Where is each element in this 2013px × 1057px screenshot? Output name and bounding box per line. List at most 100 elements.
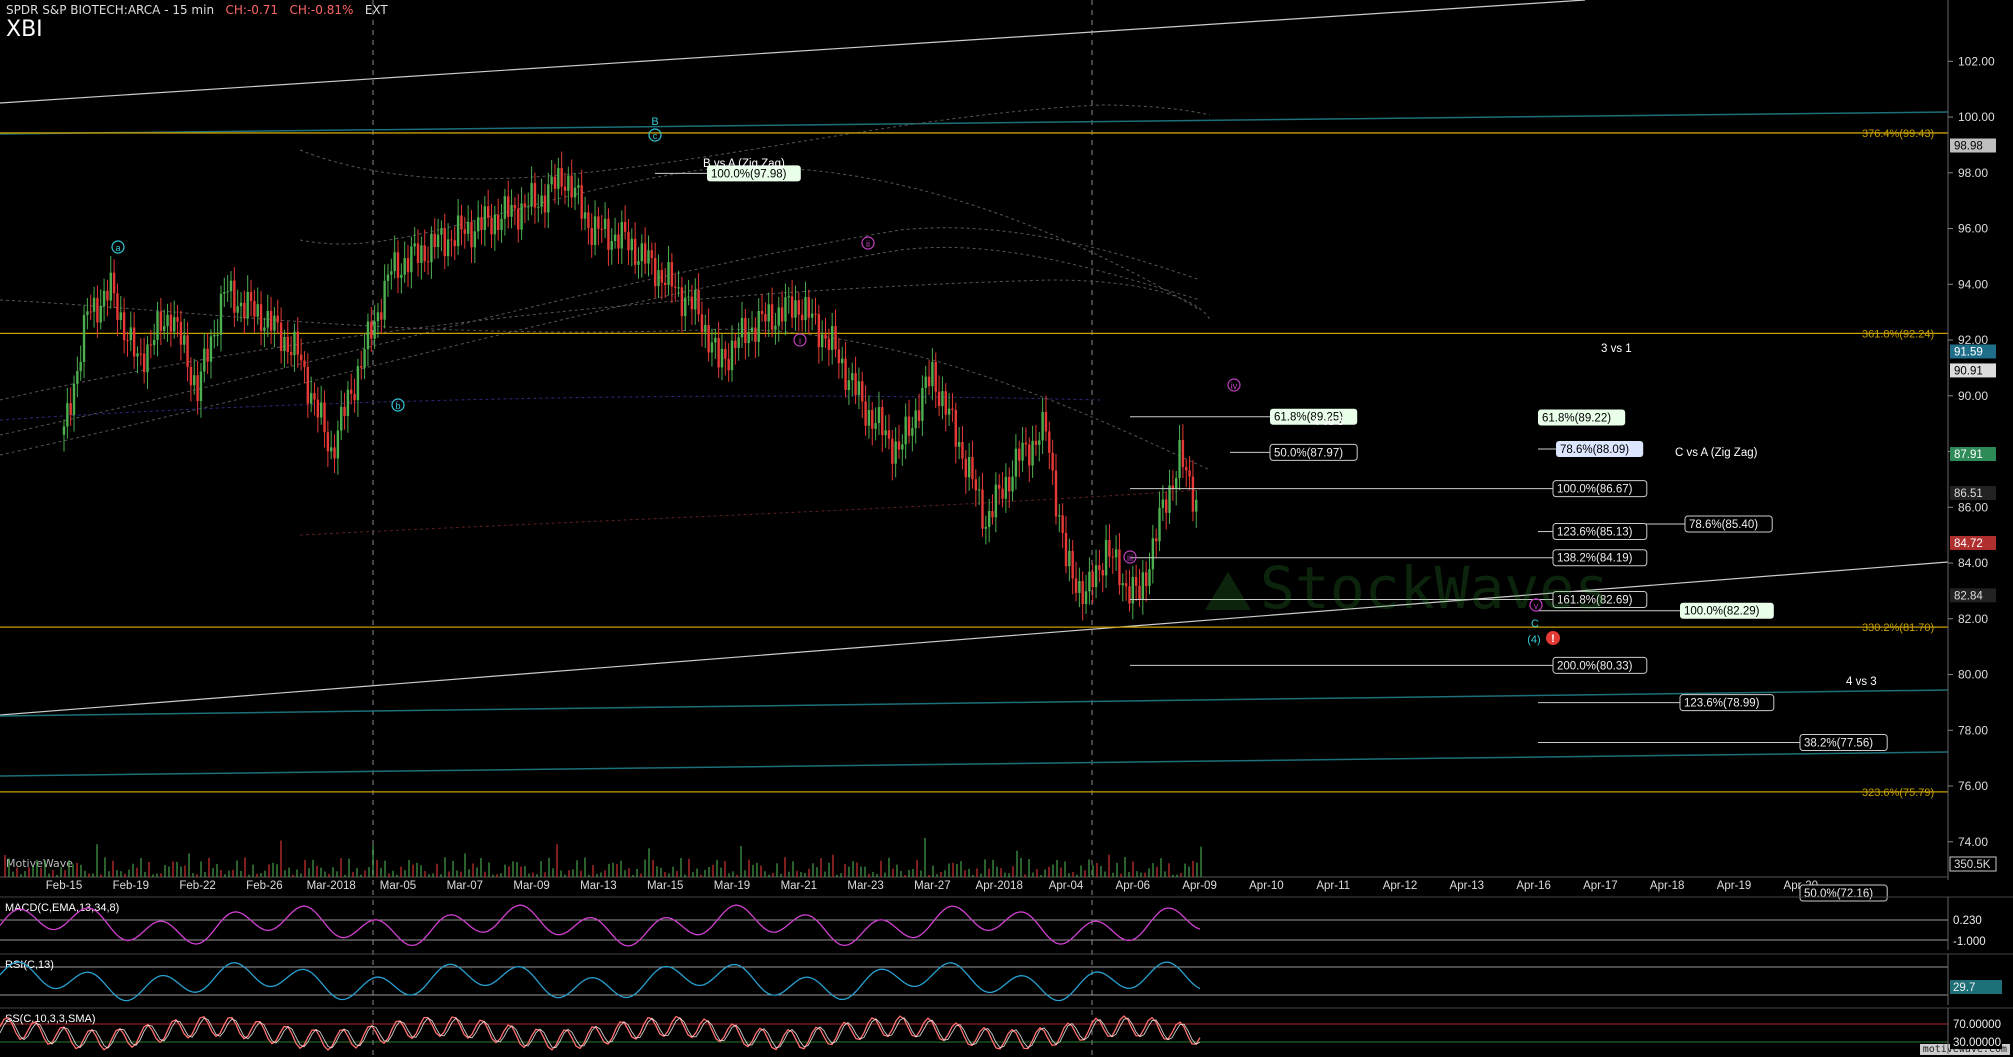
volume-bar [800,872,802,877]
price-candle-body [587,212,590,228]
volume-bar [720,867,722,877]
price-candle-body [426,261,430,263]
price-candle-body [463,229,466,234]
price-candle-body [1104,540,1108,576]
price-candle-body [904,416,907,445]
price-candle-body [737,337,740,348]
x-tick-label: Apr-19 [1717,880,1752,892]
volume-bar [1180,873,1182,877]
volume-bar [1116,862,1118,877]
volume-bar [1084,870,1086,877]
price-candle-body [149,344,153,346]
volume-bar [144,871,146,877]
price-candle-body [299,354,303,361]
price-candle-body [527,206,530,208]
y-tick-label: 78.00 [1958,723,1988,737]
price-candle-body [269,311,273,331]
volume-bar [396,874,398,877]
price-candle-body [273,315,276,331]
volume-bar [60,867,62,877]
volume-bar [1056,859,1058,877]
price-candle-body [319,402,323,418]
price-candle-body [1178,440,1181,479]
price-candle-body [640,243,644,262]
volume-bar [48,873,50,877]
wave-label: ii [861,236,875,250]
svg-text:86.51: 86.51 [1954,488,1983,500]
volume-bar [68,860,70,877]
price-candle-body [456,215,460,247]
volume-bar [988,868,990,877]
price-candle-body [600,228,603,230]
price-candle-body [911,428,914,436]
volume-bar [904,874,906,877]
price-candle-body [603,218,607,230]
volume-bar [708,866,710,877]
volume-bar [344,874,346,877]
volume-bar [956,863,958,877]
price-candle-body [1088,571,1091,592]
volume-bar [160,873,162,877]
y-tick-label: 100.00 [1958,110,1995,124]
price-candle-body [350,389,353,394]
price-candle-body [807,297,811,318]
volume-bar [376,859,378,877]
indicator-axis-label: 30.00000 [1950,1035,2002,1049]
price-marker: 91.59 [1950,344,1996,359]
price-chart[interactable]: 376.4%(99.43) 361.8%(92.24) 330.2%(81.70) 3… [0,0,2013,1057]
projection-tag: 123.6%(85.13) [1552,523,1648,541]
price-candle-body [440,228,443,235]
price-candle-body [907,416,911,436]
x-tick-label: Apr-09 [1182,880,1217,892]
price-candle-body [179,321,183,345]
price-candle-body [1051,452,1054,471]
volume-bar [388,873,390,877]
price-candle-body [450,239,453,241]
volume-bar [120,871,122,877]
x-tick-label: Mar-23 [847,880,883,892]
volume-bar [1080,865,1082,877]
volume-bar [1032,872,1034,877]
volume-bar [824,871,826,877]
volume-bar [512,861,514,877]
volume-bar [1088,859,1090,877]
price-candle-body [530,183,533,207]
price-candle-body [814,313,817,315]
volume-bar [200,861,202,877]
price-candle-body [687,296,690,298]
price-candle-body [470,221,473,248]
stockwaves-logo: StockWaves [1205,554,1609,622]
price-candle-body [413,243,416,247]
price-candle-body [480,217,483,230]
volume-bar [500,873,502,877]
price-candle-body [1138,585,1141,600]
price-candle-body [643,243,647,264]
price-candle-body [466,221,470,234]
x-tick-label: Apr-04 [1049,880,1084,892]
price-candle-body [593,216,597,245]
price-candle-body [323,402,326,433]
volume-bar [596,873,598,877]
price-candle-body [724,348,727,359]
volume-bar [268,864,270,877]
indicator-signal-line [0,1017,1201,1049]
price-candle-body [303,360,306,367]
volume-bar [1004,872,1006,877]
volume-bar [352,871,354,877]
price-candle-body [760,311,764,315]
volume-marker: 350.5K [1949,856,1997,872]
price-candle-body [493,214,497,235]
x-tick-label: Apr-12 [1383,880,1418,892]
volume-bar [564,874,566,877]
price-candle-body [854,373,857,396]
volume-bar [400,866,402,877]
volume-bar [1188,866,1190,877]
price-candle-body [1071,550,1074,579]
price-candle-body [486,206,490,218]
volume-bar [436,863,438,877]
volume-bar [356,868,358,877]
indicator-line [0,1015,1201,1051]
price-candle-body [1161,499,1165,508]
volume-bar [1000,868,1002,877]
price-candle-body [667,262,670,285]
